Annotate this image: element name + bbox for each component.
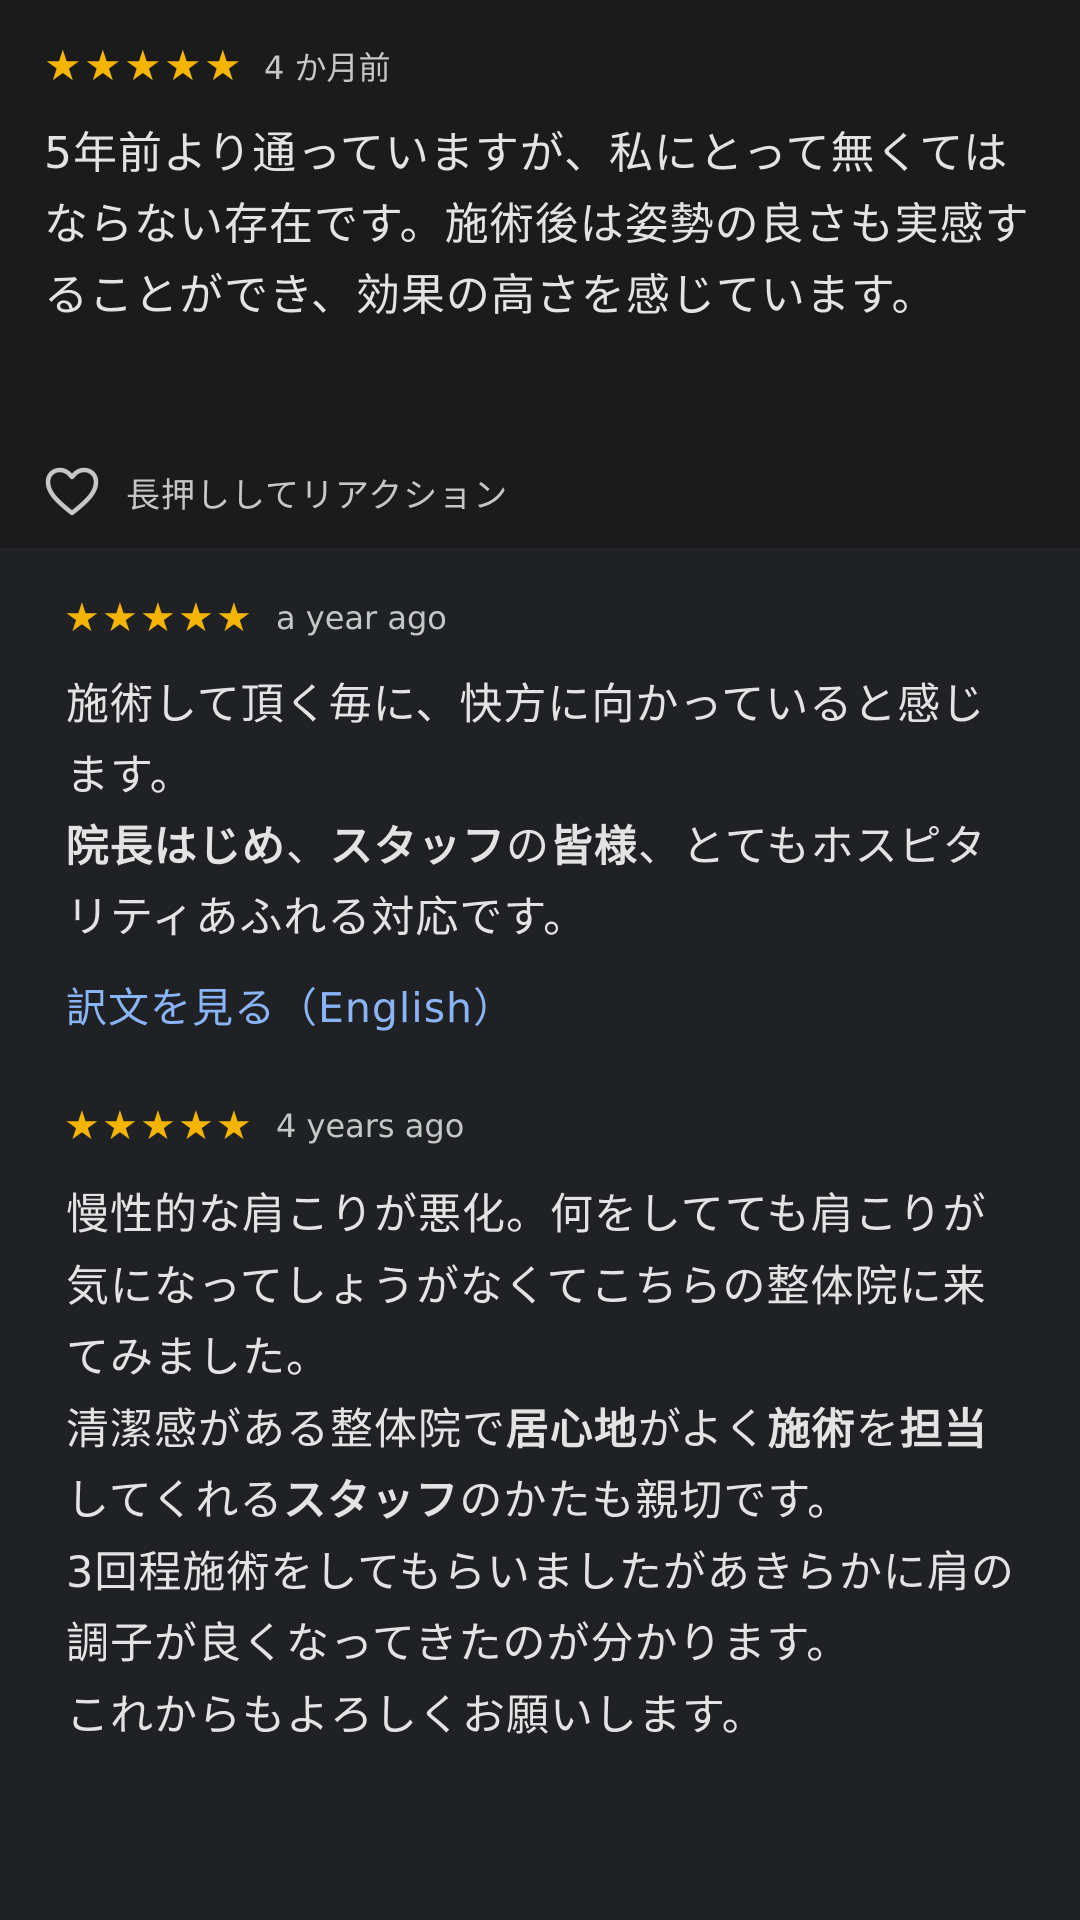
text-fragment: 清潔感がある整体院で [66,1404,506,1455]
star-icon: ★ [44,41,82,90]
star-icon: ★ [216,1103,252,1149]
review-3-rating-row: ★ ★ ★ ★ ★ 4 years ago [64,1104,464,1148]
star-icon: ★ [84,41,122,90]
star-icon: ★ [102,1103,138,1149]
star-icon: ★ [178,1103,214,1149]
review-paragraph: 3回程施術をしてもらいましたがあきらかに肩の調子が良くなってきたのが分かります。 [66,1547,1015,1670]
text-fragment: の [506,822,550,872]
text-fragment: がよく [638,1404,768,1455]
review-paragraph: 院長はじめ、スタッフの皆様、とてもホスピタリティあふれる対応です。 [66,812,1026,954]
bold-keyword: 居心地 [506,1404,638,1455]
star-icon: ★ [216,595,252,641]
star-icon: ★ [178,595,214,641]
heart-outline-icon [45,467,99,516]
review-1-rating-row: ★ ★ ★ ★ ★ 4 か月前 [44,44,391,88]
review-2-rating-row: ★ ★ ★ ★ ★ a year ago [64,596,447,640]
bold-keyword: 施術 [767,1404,856,1455]
review-date: a year ago [276,599,447,637]
review-date: 4 years ago [276,1107,465,1145]
reaction-label: 長押ししてリアクション [126,475,509,516]
star-icon: ★ [124,41,162,90]
review-paragraph: 清潔感がある整体院で居心地がよく施術を担当してくれるスタッフのかたも親切です。 [66,1395,1026,1538]
star-icon: ★ [164,41,202,90]
star-icon: ★ [140,595,176,641]
review-paragraph: 慢性的な肩こりが悪化。何をしてても肩こりが気になってしょうがなくてこちらの整体院… [66,1190,987,1383]
review-paragraph: 施術して頂く毎に、快方に向かっていると感じます。 [66,680,986,801]
text-fragment: してくれる [66,1476,284,1526]
star-icon: ★ [140,1103,176,1149]
text-fragment: のかたも親切です。 [459,1476,852,1526]
bold-keyword: 皆様 [550,822,638,872]
star-icon: ★ [102,595,138,641]
reaction-button[interactable]: 長押ししてリアクション [44,464,508,520]
reviews-page: ★ ★ ★ ★ ★ 4 か月前 5年前より通っていますが、私にとって無くてはなら… [0,0,1080,1920]
star-icon: ★ [64,1103,100,1149]
star-rating: ★ ★ ★ ★ ★ [44,45,244,87]
review-2-text: 施術して頂く毎に、快方に向かっていると感じます。 院長はじめ、スタッフの皆様、と… [66,670,1026,954]
bold-keyword: 担当 [899,1404,988,1455]
see-translation-link[interactable]: 訳文を見る（English） [66,974,515,1034]
bold-keyword: スタッフ [283,1476,460,1526]
review-1-text: 5年前より通っていますが、私にとって無くてはならない存在です。施術後は姿勢の良さ… [44,128,1030,321]
star-rating: ★ ★ ★ ★ ★ [64,598,254,638]
review-3-text: 慢性的な肩こりが悪化。何をしてても肩こりが気になってしょうがなくてこちらの整体院… [66,1180,1026,1752]
text-fragment: を [855,1404,900,1455]
star-rating: ★ ★ ★ ★ ★ [64,1106,254,1146]
bold-keyword: 院長はじめ [66,822,286,872]
text-fragment: 、 [286,822,330,872]
review-paragraph: これからもよろしくお願いします。 [66,1690,766,1741]
bold-keyword: スタッフ [330,822,506,872]
review-date: 4 か月前 [264,49,391,87]
star-icon: ★ [64,595,100,641]
star-icon: ★ [204,41,242,90]
